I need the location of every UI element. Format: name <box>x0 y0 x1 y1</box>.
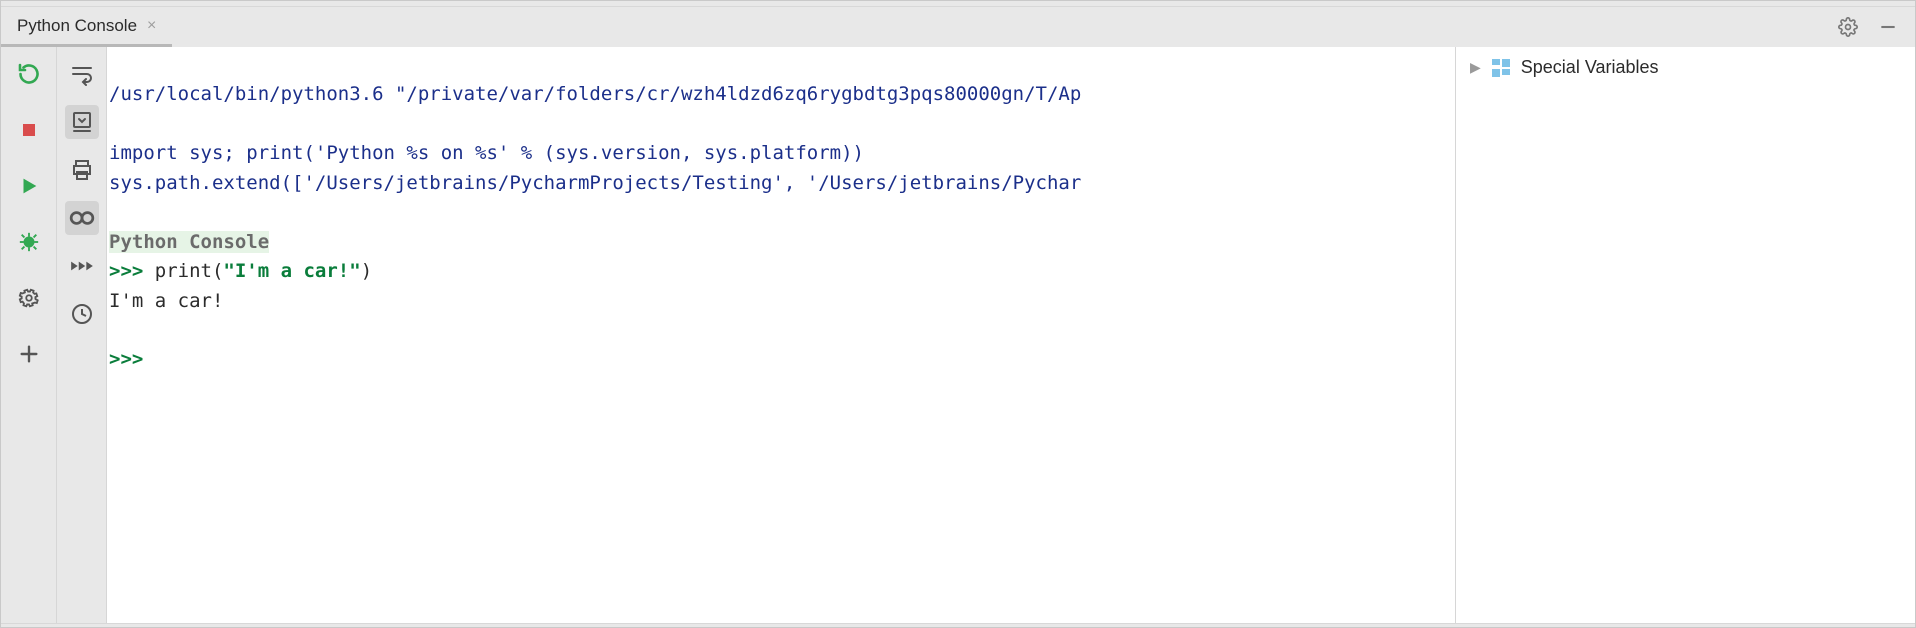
toolwindow-header-actions <box>1837 7 1915 47</box>
history-icon[interactable] <box>65 297 99 331</box>
code-call: print( <box>155 260 224 282</box>
rerun-icon[interactable] <box>16 61 42 87</box>
prompt: >>> <box>109 348 155 370</box>
run-icon[interactable] <box>16 173 42 199</box>
close-icon[interactable]: × <box>147 17 156 35</box>
code-callend: ) <box>361 260 372 282</box>
expand-triangle-icon[interactable]: ▶ <box>1470 59 1481 76</box>
console-line: sys.path.extend(['/Users/jetbrains/Pycha… <box>109 172 1081 194</box>
scroll-to-end-icon[interactable] <box>65 105 99 139</box>
print-icon[interactable] <box>65 153 99 187</box>
new-console-icon[interactable] <box>16 341 42 367</box>
special-variables-node[interactable]: ▶ Special Variables <box>1470 57 1901 78</box>
console-line: import sys; print('Python %s on %s' % (s… <box>109 142 864 164</box>
special-variables-label: Special Variables <box>1521 57 1659 78</box>
console-output[interactable]: /usr/local/bin/python3.6 "/private/var/f… <box>107 47 1455 623</box>
python-console-toolwindow: Python Console × <box>0 0 1916 628</box>
tab-python-console[interactable]: Python Console × <box>1 7 172 47</box>
settings-icon[interactable] <box>16 285 42 311</box>
left-action-bar <box>1 47 57 623</box>
toolwindow-body: /usr/local/bin/python3.6 "/private/var/f… <box>1 47 1915 623</box>
soft-wrap-icon[interactable] <box>65 57 99 91</box>
debug-icon[interactable] <box>16 229 42 255</box>
console-toolbar <box>57 47 107 623</box>
gear-icon[interactable] <box>1837 16 1859 38</box>
command-queue-icon[interactable] <box>65 249 99 283</box>
hide-icon[interactable] <box>1877 16 1899 38</box>
variables-group-icon <box>1491 58 1511 78</box>
code-string: "I'm a car!" <box>223 260 360 282</box>
stop-icon[interactable] <box>16 117 42 143</box>
prompt: >>> <box>109 260 155 282</box>
show-variables-icon[interactable] <box>65 201 99 235</box>
bottom-edge <box>1 623 1915 627</box>
stdout-line: I'm a car! <box>109 290 223 312</box>
toolwindow-tab-row: Python Console × <box>1 7 1915 47</box>
tab-label: Python Console <box>17 16 137 36</box>
variables-panel: ▶ Special Variables <box>1455 47 1915 623</box>
console-banner: Python Console <box>109 231 269 253</box>
console-line: /usr/local/bin/python3.6 "/private/var/f… <box>109 83 1081 105</box>
console-area: /usr/local/bin/python3.6 "/private/var/f… <box>107 47 1915 623</box>
